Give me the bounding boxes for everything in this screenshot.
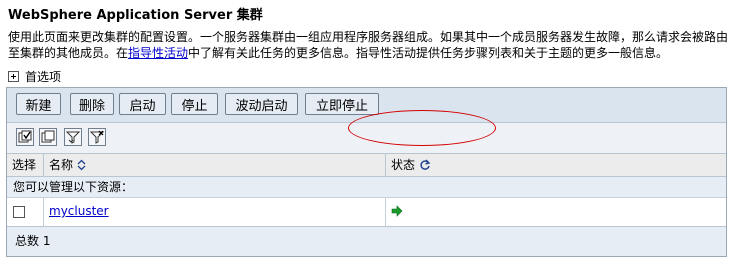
preferences-toggle[interactable]: 首选项: [8, 68, 61, 85]
table-footer: 总数 1: [7, 227, 726, 256]
column-divider: [43, 198, 44, 226]
start-button[interactable]: 启动: [119, 93, 166, 115]
guided-activity-link[interactable]: 指导性活动: [128, 46, 188, 60]
total-count: 总数 1: [15, 234, 51, 248]
expand-plus-icon[interactable]: [8, 71, 19, 82]
column-divider: [385, 154, 386, 176]
immediate-stop-button[interactable]: 立即停止: [305, 93, 379, 115]
page-description: 使用此页面来更改集群的配置设置。一个服务器集群由一组应用程序服务器组成。如果其中…: [8, 29, 730, 61]
description-text-2: 中了解有关此任务的更多信息。指导性活动提供任务步骤列表和关于主题的更多一般信息。: [188, 46, 669, 60]
stop-button[interactable]: 停止: [171, 93, 218, 115]
cluster-name-link[interactable]: mycluster: [49, 204, 109, 218]
cluster-collection-panel: 新建 删除 启动 停止 波动启动 立即停止 选择 名称 状态 您可以管理以下资源…: [6, 87, 727, 257]
column-divider: [43, 154, 44, 176]
ripple-start-button[interactable]: 波动启动: [225, 93, 298, 115]
started-status-arrow-icon: [391, 205, 403, 217]
name-column-header[interactable]: 名称: [49, 154, 86, 176]
clear-filter-icon[interactable]: [88, 128, 106, 146]
sort-icon[interactable]: [77, 159, 86, 171]
select-column-header: 选择: [12, 158, 37, 172]
show-filter-icon[interactable]: [64, 128, 82, 146]
status-column-header: 状态: [391, 154, 431, 176]
page-title: WebSphere Application Server 集群: [8, 8, 263, 23]
table-row: mycluster: [7, 198, 726, 227]
manage-resources-label: 您可以管理以下资源：: [13, 180, 134, 194]
deselect-all-icon[interactable]: [39, 128, 57, 146]
row-select-checkbox[interactable]: [13, 206, 25, 218]
delete-button[interactable]: 删除: [70, 93, 114, 115]
button-toolbar: 新建 删除 启动 停止 波动启动 立即停止: [7, 88, 726, 123]
status-column-label: 状态: [391, 158, 416, 172]
column-divider: [385, 198, 386, 226]
new-button[interactable]: 新建: [16, 93, 61, 115]
table-icon-toolbar: [7, 123, 726, 154]
table-header: 选择 名称 状态: [7, 154, 726, 177]
refresh-status-icon[interactable]: [419, 159, 431, 171]
select-all-icon[interactable]: [16, 128, 34, 146]
manage-resources-row: 您可以管理以下资源：: [7, 177, 726, 198]
preferences-label: 首选项: [25, 70, 62, 84]
name-column-label: 名称: [49, 158, 74, 172]
